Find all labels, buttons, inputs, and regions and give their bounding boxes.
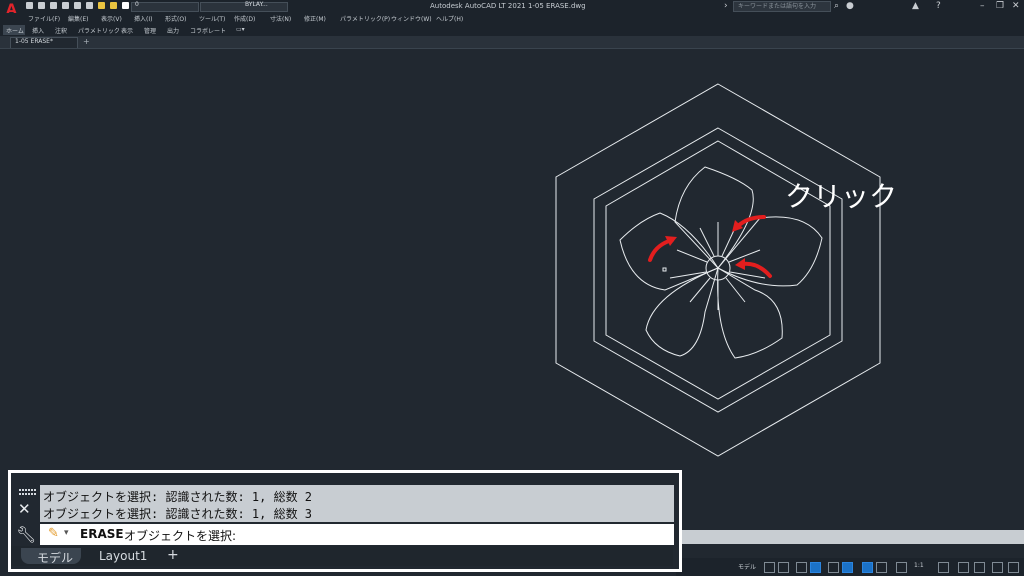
sun-icon[interactable] bbox=[110, 2, 117, 9]
customize-icon[interactable] bbox=[1008, 562, 1019, 573]
ortho-icon[interactable] bbox=[796, 562, 807, 573]
color-swatch-icon[interactable] bbox=[122, 2, 129, 9]
pen-icon[interactable]: ✎ bbox=[48, 526, 59, 541]
history-line: オブジェクトを選択: 認識された数: 1, 総数 3 bbox=[43, 507, 313, 521]
workspace-gear-icon[interactable] bbox=[938, 562, 949, 573]
drawing-svg bbox=[555, 83, 881, 457]
ribbon-tab-output[interactable]: 出力 bbox=[167, 26, 179, 35]
autodesk-app-icon[interactable]: ▲ bbox=[912, 1, 919, 11]
menu-insert[interactable]: 挿入(I) bbox=[134, 14, 152, 23]
menu-edit[interactable]: 編集(E) bbox=[68, 14, 88, 23]
cursor-pickbox bbox=[662, 267, 667, 272]
search-placeholder: キーワードまたは語句を入力 bbox=[738, 3, 817, 10]
osnap-icon[interactable] bbox=[842, 562, 853, 573]
menu-tools[interactable]: ツール(T) bbox=[199, 14, 225, 23]
menu-help[interactable]: ヘルプ(H) bbox=[436, 14, 463, 23]
document-tab[interactable]: 1-05 ERASE* bbox=[10, 37, 78, 48]
open-file-icon[interactable] bbox=[38, 2, 45, 9]
fullscreen-icon[interactable] bbox=[992, 562, 1003, 573]
user-icon[interactable]: ● bbox=[846, 1, 854, 11]
annotation-visibility-icon[interactable] bbox=[896, 562, 907, 573]
drawing-canvas[interactable] bbox=[0, 49, 1024, 527]
click-arrow-bottom bbox=[740, 261, 772, 278]
menu-bar: ファイル(F) 編集(E) 表示(V) 挿入(I) 形式(O) ツール(T) 作… bbox=[0, 13, 1024, 24]
menu-format[interactable]: 形式(O) bbox=[165, 14, 186, 23]
close-icon[interactable]: ✕ bbox=[18, 500, 31, 518]
search-icon[interactable]: ⌕ bbox=[834, 1, 839, 11]
close-icon[interactable]: ✕ bbox=[1012, 1, 1020, 11]
command-prompt: オブジェクトを選択: bbox=[124, 529, 237, 543]
new-tab-icon[interactable]: + bbox=[83, 37, 90, 46]
search-input[interactable]: キーワードまたは語句を入力 bbox=[733, 1, 831, 12]
chevron-down-icon[interactable]: ▾ bbox=[64, 528, 69, 538]
command-keyword: ERASE bbox=[80, 527, 124, 541]
menu-window[interactable]: ウィンドウ(W) bbox=[391, 14, 432, 23]
snap-icon[interactable] bbox=[778, 562, 789, 573]
document-tab-bar: 1-05 ERASE* + bbox=[0, 36, 1024, 49]
help-icon[interactable]: ? bbox=[936, 1, 941, 11]
save-icon[interactable] bbox=[50, 2, 57, 9]
window-title: Autodesk AutoCAD LT 2021 1-05 ERASE.dwg bbox=[430, 2, 586, 10]
tab-layout1[interactable]: Layout1 bbox=[83, 548, 163, 564]
menu-modify[interactable]: 修正(M) bbox=[304, 14, 326, 23]
model-space-button[interactable]: モデル bbox=[738, 562, 756, 571]
click-arrow-top bbox=[736, 215, 766, 228]
print-icon[interactable] bbox=[74, 2, 81, 9]
wrench-icon[interactable]: 🔧︎ bbox=[16, 525, 36, 544]
ribbon-tabs: ホーム 挿入 注釈 パラメトリック 表示 管理 出力 コラボレート ▭▾ bbox=[0, 24, 1024, 36]
ribbon-tab-view[interactable]: 表示 bbox=[121, 26, 133, 35]
ribbon-tab-collaborate[interactable]: コラボレート bbox=[190, 26, 226, 35]
command-history: オブジェクトを選択: 認識された数: 1, 総数 2 オブジェクトを選択: 認識… bbox=[40, 485, 674, 522]
lineweight-icon[interactable] bbox=[862, 562, 873, 573]
annotation-scale[interactable]: 1:1 bbox=[914, 562, 924, 569]
menu-view[interactable]: 表示(V) bbox=[101, 14, 122, 23]
restore-icon[interactable]: ❐ bbox=[996, 1, 1004, 11]
history-line: オブジェクトを選択: 認識された数: 1, 総数 2 bbox=[43, 490, 313, 504]
minimize-icon[interactable]: – bbox=[980, 1, 985, 11]
plus-icon[interactable] bbox=[958, 562, 969, 573]
search-arrow-icon[interactable]: › bbox=[724, 1, 728, 11]
linetype-dropdown-value: BYLAY... bbox=[245, 1, 268, 8]
add-layout-icon[interactable]: + bbox=[163, 547, 183, 564]
click-annotation: クリック bbox=[785, 180, 898, 213]
tab-layout1-label: Layout1 bbox=[99, 549, 148, 563]
command-input[interactable]: ✎ ▾ ERASE オブジェクトを選択: bbox=[40, 524, 674, 545]
ribbon-panel-toggle-icon[interactable]: ▭▾ bbox=[236, 26, 245, 33]
isodraft-icon[interactable] bbox=[828, 562, 839, 573]
title-bar: A 0 BYLAY... Autodesk AutoCAD LT 2021 1-… bbox=[0, 0, 1024, 18]
lightbulb-icon[interactable] bbox=[98, 2, 105, 9]
menu-parametric[interactable]: パラメトリック(P) bbox=[340, 14, 390, 23]
save-as-icon[interactable] bbox=[62, 2, 69, 9]
drag-grip-icon[interactable] bbox=[19, 489, 37, 497]
polar-icon[interactable] bbox=[810, 562, 821, 573]
linetype-dropdown[interactable]: BYLAY... bbox=[200, 1, 288, 12]
command-line-panel: ✕ 🔧︎ オブジェクトを選択: 認識された数: 1, 総数 2 オブジェクトを選… bbox=[8, 470, 682, 572]
status-bar: モデル 1:1 bbox=[676, 558, 1024, 576]
layout-tab-bar: モデル Layout1 + bbox=[11, 546, 673, 566]
status-strip bbox=[676, 530, 1024, 544]
ribbon-tab-insert[interactable]: 挿入 bbox=[32, 26, 44, 35]
grid-icon[interactable] bbox=[764, 562, 775, 573]
menu-file[interactable]: ファイル(F) bbox=[28, 14, 60, 23]
ribbon-tab-annotate[interactable]: 注釈 bbox=[55, 26, 67, 35]
layer-dropdown[interactable]: 0 bbox=[131, 1, 199, 12]
ribbon-tab-home[interactable]: ホーム bbox=[6, 26, 24, 35]
document-tab-label: 1-05 ERASE* bbox=[15, 38, 53, 45]
ribbon-tab-manage[interactable]: 管理 bbox=[144, 26, 156, 35]
tab-model-label: モデル bbox=[37, 551, 74, 565]
tab-model[interactable]: モデル bbox=[21, 548, 81, 565]
menu-dimension[interactable]: 寸法(N) bbox=[270, 14, 291, 23]
undo-icon[interactable] bbox=[86, 2, 93, 9]
menu-draw[interactable]: 作成(D) bbox=[234, 14, 255, 23]
transparency-icon[interactable] bbox=[876, 562, 887, 573]
new-file-icon[interactable] bbox=[26, 2, 33, 9]
isolate-icon[interactable] bbox=[974, 562, 985, 573]
ribbon-tab-parametric[interactable]: パラメトリック bbox=[78, 26, 120, 35]
layer-dropdown-value: 0 bbox=[135, 1, 139, 8]
